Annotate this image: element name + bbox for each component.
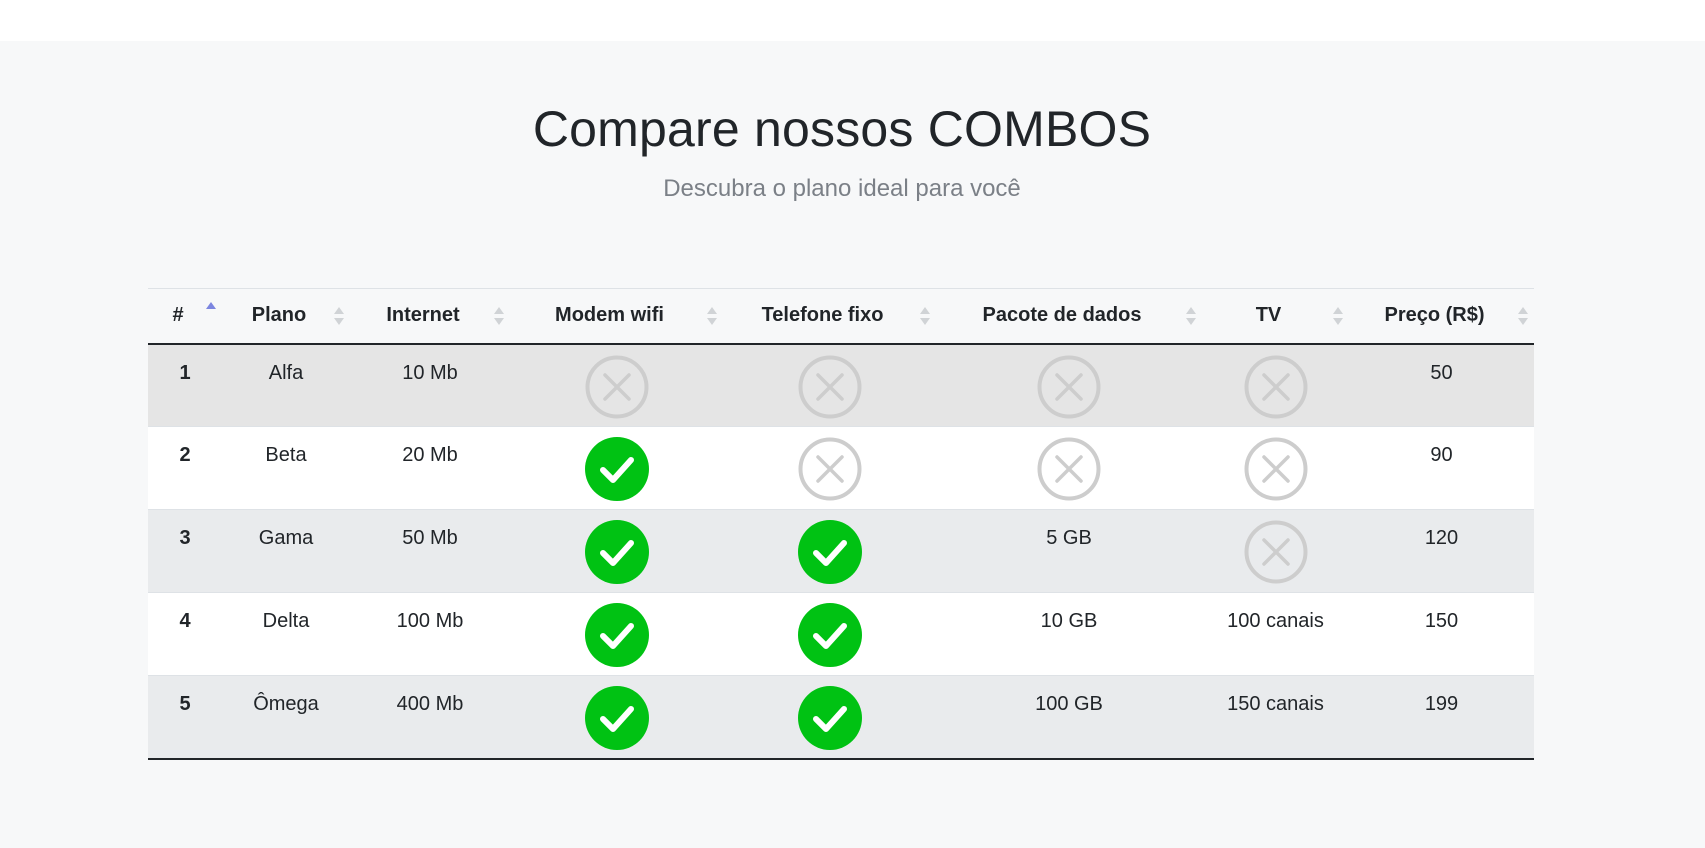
page-title: Compare nossos COMBOS xyxy=(532,101,1152,157)
cell-num: 2 xyxy=(148,426,222,510)
x-circle-icon xyxy=(1037,355,1101,419)
x-circle-icon xyxy=(1244,355,1308,419)
check-circle-icon xyxy=(584,686,649,750)
cell-preco: 150 xyxy=(1349,592,1534,676)
cell-internet: 100 Mb xyxy=(350,592,510,676)
column-header-internet[interactable]: Internet xyxy=(350,288,510,345)
header-row: # Plano Internet Modem wifi Telefone fix… xyxy=(148,288,1534,345)
column-header-label: # xyxy=(172,304,184,327)
table-row: 5 Ômega 400 Mb 100 GB 150 canais 199 xyxy=(148,675,1534,760)
cell-preco: 90 xyxy=(1349,426,1534,510)
check-circle-icon xyxy=(584,603,649,667)
cell-plano: Beta xyxy=(222,426,350,510)
cell-pacote-de-dados: 100 GB xyxy=(936,675,1202,760)
column-header-telefone-fixo[interactable]: Telefone fixo xyxy=(723,288,936,345)
cell-modem-wifi xyxy=(510,592,723,676)
check-circle-icon xyxy=(584,520,649,584)
cell-plano: Ômega xyxy=(222,675,350,760)
x-circle-icon xyxy=(1244,520,1308,584)
cell-num: 5 xyxy=(148,675,222,760)
cell-internet: 50 Mb xyxy=(350,509,510,593)
x-circle-icon xyxy=(798,437,862,501)
table-row: 2 Beta 20 Mb 90 xyxy=(148,426,1534,510)
cell-text: 150 canais xyxy=(1227,693,1324,715)
column-header-label: Plano xyxy=(251,304,307,327)
cell-telefone-fixo xyxy=(723,675,936,760)
cell-tv xyxy=(1202,426,1349,510)
cell-preco: 50 xyxy=(1349,343,1534,427)
column-header-label: Pacote de dados xyxy=(982,304,1142,327)
cell-text: 100 canais xyxy=(1227,610,1324,632)
check-circle-icon xyxy=(797,520,862,584)
cell-tv xyxy=(1202,509,1349,593)
column-header-label: Telefone fixo xyxy=(761,304,884,327)
cell-pacote-de-dados: 5 GB xyxy=(936,509,1202,593)
cell-modem-wifi xyxy=(510,343,723,427)
x-circle-icon xyxy=(1244,437,1308,501)
column-header-pacote-de-dados[interactable]: Pacote de dados xyxy=(936,288,1202,345)
column-header-plano[interactable]: Plano xyxy=(222,288,350,345)
column-header-label: TV xyxy=(1255,304,1282,327)
sort-icon xyxy=(1518,306,1528,325)
table-row: 4 Delta 100 Mb 10 GB 100 canais 150 xyxy=(148,592,1534,676)
column-header-preco[interactable]: Preço (R$) xyxy=(1349,288,1534,345)
cell-preco: 199 xyxy=(1349,675,1534,760)
table-body: 1 Alfa 10 Mb 50 2 Beta 20 Mb 90 3 Gama 50 Mb 5 GB 12… xyxy=(148,343,1534,760)
cell-plano: Delta xyxy=(222,592,350,676)
cell-num: 3 xyxy=(148,509,222,593)
sort-icon xyxy=(1186,306,1196,325)
cell-text: 5 GB xyxy=(1046,527,1092,549)
cell-plano: Gama xyxy=(222,509,350,593)
cell-modem-wifi xyxy=(510,509,723,593)
cell-pacote-de-dados xyxy=(936,426,1202,510)
x-circle-icon xyxy=(798,355,862,419)
sort-icon xyxy=(494,306,504,325)
cell-telefone-fixo xyxy=(723,426,936,510)
column-header-tv[interactable]: TV xyxy=(1202,288,1349,345)
sort-icon xyxy=(334,306,344,325)
sort-icon xyxy=(707,306,717,325)
cell-num: 1 xyxy=(148,343,222,427)
cell-telefone-fixo xyxy=(723,343,936,427)
x-circle-icon xyxy=(585,355,649,419)
check-circle-icon xyxy=(797,686,862,750)
cell-internet: 10 Mb xyxy=(350,343,510,427)
cell-plano: Alfa xyxy=(222,343,350,427)
cell-modem-wifi xyxy=(510,675,723,760)
table-row: 1 Alfa 10 Mb 50 xyxy=(148,343,1534,427)
cell-internet: 400 Mb xyxy=(350,675,510,760)
cell-pacote-de-dados xyxy=(936,343,1202,427)
table-header: # Plano Internet Modem wifi Telefone fix… xyxy=(148,288,1534,345)
combos-table: # Plano Internet Modem wifi Telefone fix… xyxy=(148,288,1534,760)
sort-icon xyxy=(1333,306,1343,325)
page-subtitle: Descubra o plano ideal para você xyxy=(663,175,1021,202)
column-header-label: Modem wifi xyxy=(555,304,664,327)
cell-preco: 120 xyxy=(1349,509,1534,593)
cell-text: 100 GB xyxy=(1035,693,1103,715)
sort-asc-icon xyxy=(206,301,216,325)
cell-pacote-de-dados: 10 GB xyxy=(936,592,1202,676)
table-row: 3 Gama 50 Mb 5 GB 120 xyxy=(148,509,1534,593)
x-circle-icon xyxy=(1037,437,1101,501)
cell-tv xyxy=(1202,343,1349,427)
cell-telefone-fixo xyxy=(723,509,936,593)
cell-internet: 20 Mb xyxy=(350,426,510,510)
sort-icon xyxy=(920,306,930,325)
check-circle-icon xyxy=(584,437,649,501)
cell-num: 4 xyxy=(148,592,222,676)
column-header-modem-wifi[interactable]: Modem wifi xyxy=(510,288,723,345)
cell-modem-wifi xyxy=(510,426,723,510)
cell-telefone-fixo xyxy=(723,592,936,676)
column-header-label: Preço (R$) xyxy=(1384,304,1485,327)
cell-text: 10 GB xyxy=(1040,610,1098,632)
column-header-num[interactable]: # xyxy=(148,288,222,345)
cell-tv: 100 canais xyxy=(1202,592,1349,676)
cell-tv: 150 canais xyxy=(1202,675,1349,760)
check-circle-icon xyxy=(797,603,862,667)
column-header-label: Internet xyxy=(386,304,460,327)
